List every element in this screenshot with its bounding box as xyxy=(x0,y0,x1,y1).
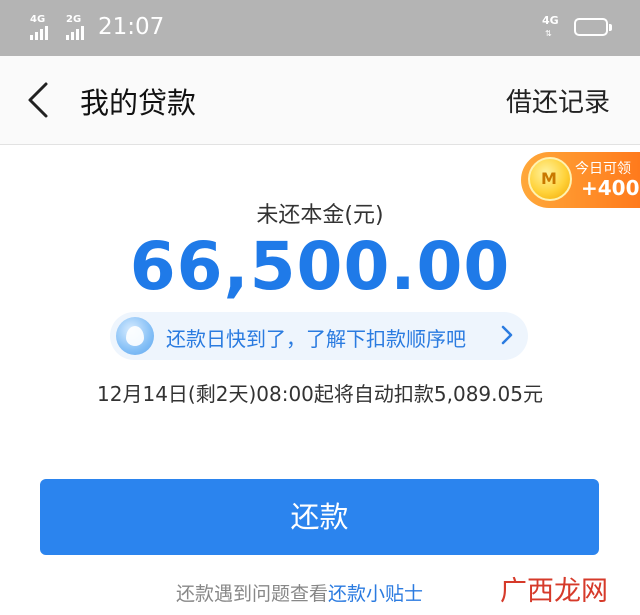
auto-deduction-info: 12月14日(剩2天)08:00起将自动扣款5,089.05元 xyxy=(97,382,543,406)
status-bar: 4G 2G 21:07 4G ⇅ xyxy=(0,0,640,56)
coin-icon: M xyxy=(528,157,572,201)
network-type-label: 4G xyxy=(30,14,46,25)
repay-tips: 还款遇到问题查看还款小贴士 xyxy=(176,579,423,606)
repay-button[interactable]: 还款 xyxy=(40,479,599,555)
page-title: 我的贷款 xyxy=(80,86,197,120)
back-button[interactable] xyxy=(22,80,58,120)
notice-text: 还款日快到了，了解下扣款顺序吧 xyxy=(166,327,466,351)
principal-label: 未还本金(元) xyxy=(256,203,384,228)
battery-icon xyxy=(574,18,612,36)
tips-prefix: 还款遇到问题查看 xyxy=(176,583,329,605)
reward-label: 今日可领 xyxy=(575,161,631,177)
borrow-repay-records-link[interactable]: 借还记录 xyxy=(506,82,610,119)
chevron-right-icon xyxy=(501,325,513,345)
repayment-notice-banner[interactable]: 还款日快到了，了解下扣款顺序吧 xyxy=(110,312,528,360)
network-type-label: 2G xyxy=(66,14,82,25)
bubble-icon xyxy=(116,317,154,355)
repay-tips-link[interactable]: 还款小贴士 xyxy=(328,583,423,605)
network-icon: 4G ⇅ xyxy=(542,14,559,38)
watermark: 广西龙网 xyxy=(500,576,608,607)
clock: 21:07 xyxy=(98,14,165,40)
navigation-bar: 我的贷款 借还记录 xyxy=(0,56,640,145)
chevron-left-icon xyxy=(28,82,48,118)
principal-amount: 66,500.00 xyxy=(129,228,511,305)
network-type-label: 4G xyxy=(542,14,559,27)
